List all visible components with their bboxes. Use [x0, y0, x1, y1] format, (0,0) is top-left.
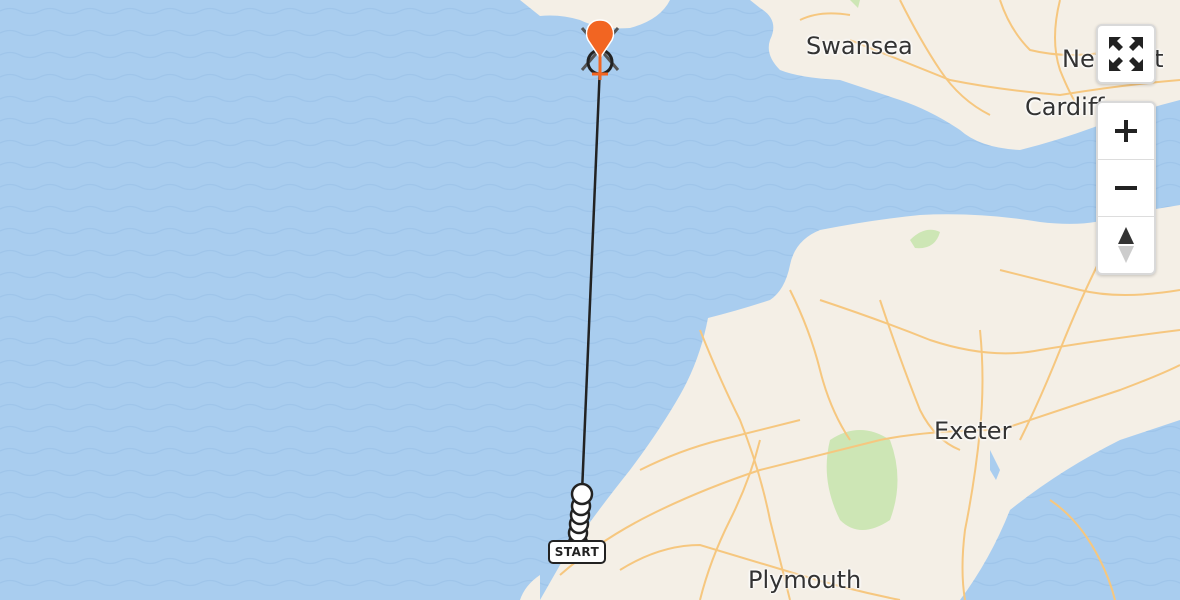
minus-icon [1115, 186, 1137, 190]
map-canvas[interactable]: Swansea Newport Cardiff Exeter Plymouth … [0, 0, 1180, 600]
city-label-cardiff: Cardiff [1025, 93, 1105, 121]
zoom-control-group [1096, 101, 1156, 275]
zoom-in-button[interactable] [1098, 103, 1154, 160]
expand-arrows-icon [1109, 37, 1143, 71]
zoom-out-button[interactable] [1098, 160, 1154, 217]
map-base [0, 0, 1180, 600]
city-label-plymouth: Plymouth [748, 566, 862, 594]
compass-north-icon [1118, 227, 1134, 263]
city-label-exeter: Exeter [934, 417, 1012, 445]
compass-button[interactable] [1098, 217, 1154, 273]
fullscreen-control [1096, 24, 1156, 84]
start-label: START [548, 540, 606, 564]
city-label-swansea: Swansea [806, 32, 913, 60]
fullscreen-button[interactable] [1098, 26, 1154, 82]
plus-icon [1115, 120, 1137, 142]
